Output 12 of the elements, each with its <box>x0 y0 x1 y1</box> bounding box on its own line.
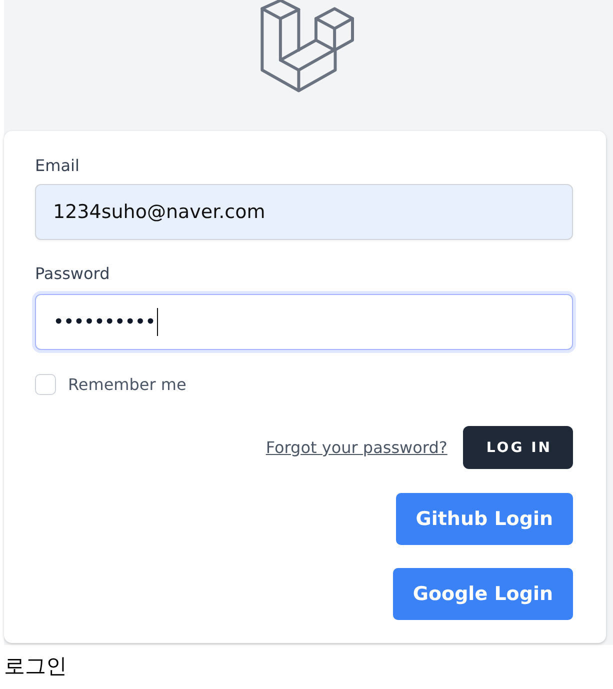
log-in-button[interactable]: LOG IN <box>463 426 573 469</box>
page-title-text: 로그인 <box>4 653 68 680</box>
logo-icon <box>260 0 354 93</box>
email-label: Email <box>35 155 80 177</box>
remember-me-label: Remember me <box>68 374 186 395</box>
social-login-button[interactable]: Github Login <box>396 493 573 545</box>
email-field[interactable]: 1234suho@naver.com <box>35 184 573 240</box>
password-field[interactable]: •••••••••• <box>35 294 573 350</box>
forgot-password-link[interactable]: Forgot your password? <box>266 438 448 457</box>
password-label: Password <box>35 263 111 285</box>
remember-checkbox[interactable] <box>35 374 56 395</box>
social-login-button[interactable]: Google Login <box>392 568 573 620</box>
